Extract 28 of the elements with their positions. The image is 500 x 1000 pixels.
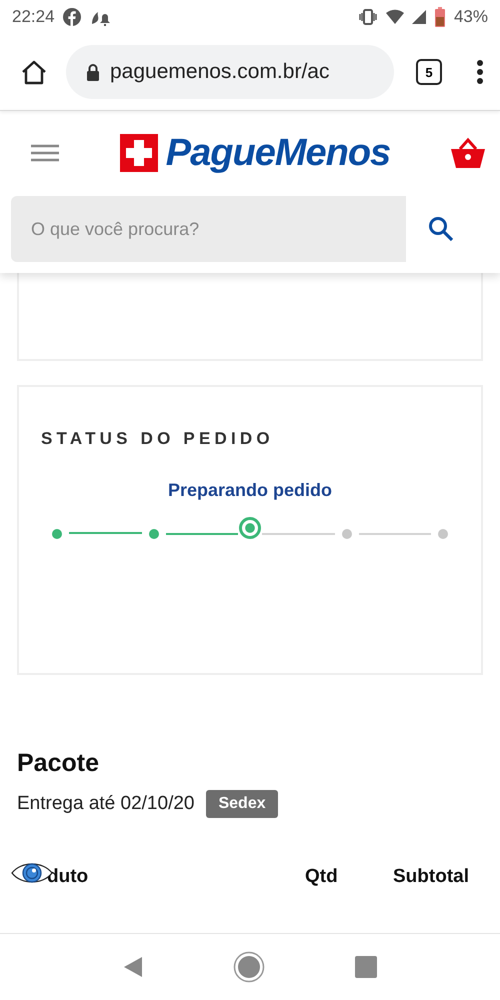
menu-icon[interactable] — [30, 144, 60, 162]
battery-icon — [434, 7, 446, 27]
basket-icon[interactable] — [450, 137, 486, 169]
battery-percentage: 43% — [454, 7, 488, 27]
facebook-icon — [62, 8, 81, 26]
address-bar[interactable]: paguemenos.com.br/ac — [66, 45, 394, 99]
search-field[interactable]: O que você procura? — [11, 196, 406, 262]
signal-icon — [412, 10, 426, 24]
cross-logo-icon — [120, 134, 158, 172]
carrier-tag: Sedex — [206, 790, 278, 818]
clock-time: 22:24 — [12, 7, 55, 27]
search-icon[interactable] — [428, 216, 454, 242]
url-text: paguemenos.com.br/ac — [110, 60, 330, 84]
back-icon[interactable] — [123, 956, 143, 978]
column-header: Qtd — [305, 866, 339, 888]
tab-count-button[interactable]: 5 — [416, 59, 442, 85]
more-menu-icon[interactable] — [476, 59, 484, 85]
home-icon[interactable] — [20, 59, 48, 85]
column-header: Subtotal — [393, 866, 470, 888]
package-title: Pacote — [17, 749, 100, 778]
home-button-icon[interactable] — [233, 951, 265, 983]
lock-icon — [86, 63, 100, 81]
vibrate-icon — [358, 9, 378, 25]
section-title: STATUS DO PEDIDO — [41, 429, 275, 449]
logo-text[interactable]: PagueMenos — [166, 132, 390, 174]
wifi-icon — [386, 9, 404, 25]
step-label: Preparando pedido — [168, 480, 332, 501]
delivery-date: Entrega até 02/10/20 — [17, 793, 194, 815]
